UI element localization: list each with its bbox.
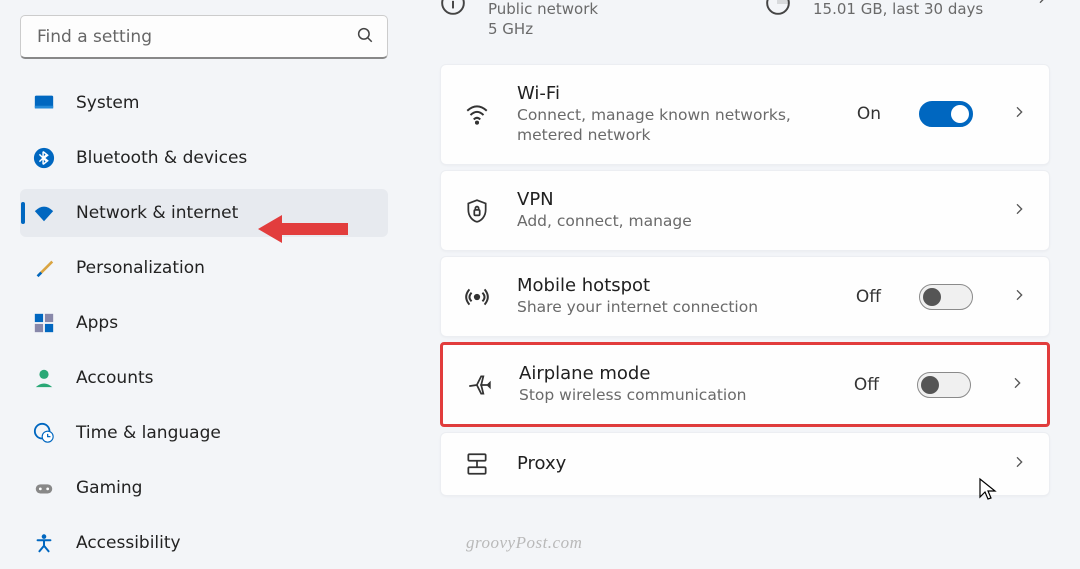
hotspot-card[interactable]: Mobile hotspot Share your internet conne… [440,256,1050,337]
sidebar-item-label: Gaming [76,478,142,498]
airplane-state-label: Off [854,375,879,395]
apps-icon [32,311,56,335]
chevron-right-icon [1011,287,1027,307]
card-sub: Stop wireless communication [519,385,828,406]
wifi-icon [463,101,491,127]
sidebar-item-system[interactable]: System [20,79,388,127]
airplane-highlight: Airplane mode Stop wireless communicatio… [440,342,1050,427]
sidebar-item-label: Accessibility [76,533,181,553]
chevron-right-icon [1011,201,1027,221]
tile-sub: 5 GHz [488,19,598,39]
card-sub: Share your internet connection [517,297,830,318]
gamepad-icon [32,476,56,500]
system-icon [32,91,56,115]
sidebar-item-label: Bluetooth & devices [76,148,247,168]
tile-sub: Public network [488,0,598,19]
vpn-card[interactable]: VPN Add, connect, manage [440,170,1050,251]
shield-lock-icon [463,198,491,224]
card-title: Wi-Fi [517,83,831,104]
search-input[interactable] [20,15,388,59]
chevron-right-icon [1009,375,1025,395]
chevron-right-icon [1011,454,1027,474]
card-title: Proxy [517,453,973,474]
sidebar-item-label: Network & internet [76,203,238,223]
card-sub: Connect, manage known networks, metered … [517,105,831,147]
data-usage-tile[interactable]: Data usage 15.01 GB, last 30 days [765,0,1050,40]
wifi-state-label: On [857,104,881,124]
sidebar-item-bluetooth[interactable]: Bluetooth & devices [20,134,388,182]
sidebar-item-apps[interactable]: Apps [20,299,388,347]
proxy-icon [463,451,491,477]
properties-tile[interactable]: Properties Public network 5 GHz [440,0,725,40]
data-usage-icon [765,0,791,20]
proxy-card[interactable]: Proxy [440,432,1050,496]
card-title: Mobile hotspot [517,275,830,296]
search-icon [356,26,374,48]
chevron-right-icon [1034,0,1050,10]
paintbrush-icon [32,256,56,280]
search-field [20,15,388,59]
wifi-card[interactable]: Wi-Fi Connect, manage known networks, me… [440,64,1050,166]
sidebar-item-accessibility[interactable]: Accessibility [20,519,388,567]
person-icon [32,366,56,390]
tile-sub: 15.01 GB, last 30 days [813,0,983,19]
sidebar-item-label: Accounts [76,368,154,388]
sidebar-item-accounts[interactable]: Accounts [20,354,388,402]
sidebar-item-time[interactable]: Time & language [20,409,388,457]
airplane-icon [465,372,493,398]
hotspot-toggle[interactable] [919,284,973,310]
airplane-card[interactable]: Airplane mode Stop wireless communicatio… [443,345,1047,424]
sidebar-item-gaming[interactable]: Gaming [20,464,388,512]
sidebar-item-network[interactable]: Network & internet [20,189,388,237]
hotspot-icon [463,284,491,310]
card-sub: Add, connect, manage [517,211,973,232]
wifi-icon [32,201,56,225]
info-icon [440,0,466,20]
sidebar-item-label: Personalization [76,258,205,278]
sidebar-item-label: Time & language [76,423,221,443]
hotspot-state-label: Off [856,287,881,307]
sidebar-item-personalization[interactable]: Personalization [20,244,388,292]
airplane-toggle[interactable] [917,372,971,398]
sidebar-item-label: Apps [76,313,118,333]
wifi-toggle[interactable] [919,101,973,127]
sidebar-item-label: System [76,93,139,113]
accessibility-icon [32,531,56,555]
bluetooth-icon [32,146,56,170]
card-title: Airplane mode [519,363,828,384]
chevron-right-icon [1011,104,1027,124]
card-title: VPN [517,189,973,210]
globe-clock-icon [32,421,56,445]
